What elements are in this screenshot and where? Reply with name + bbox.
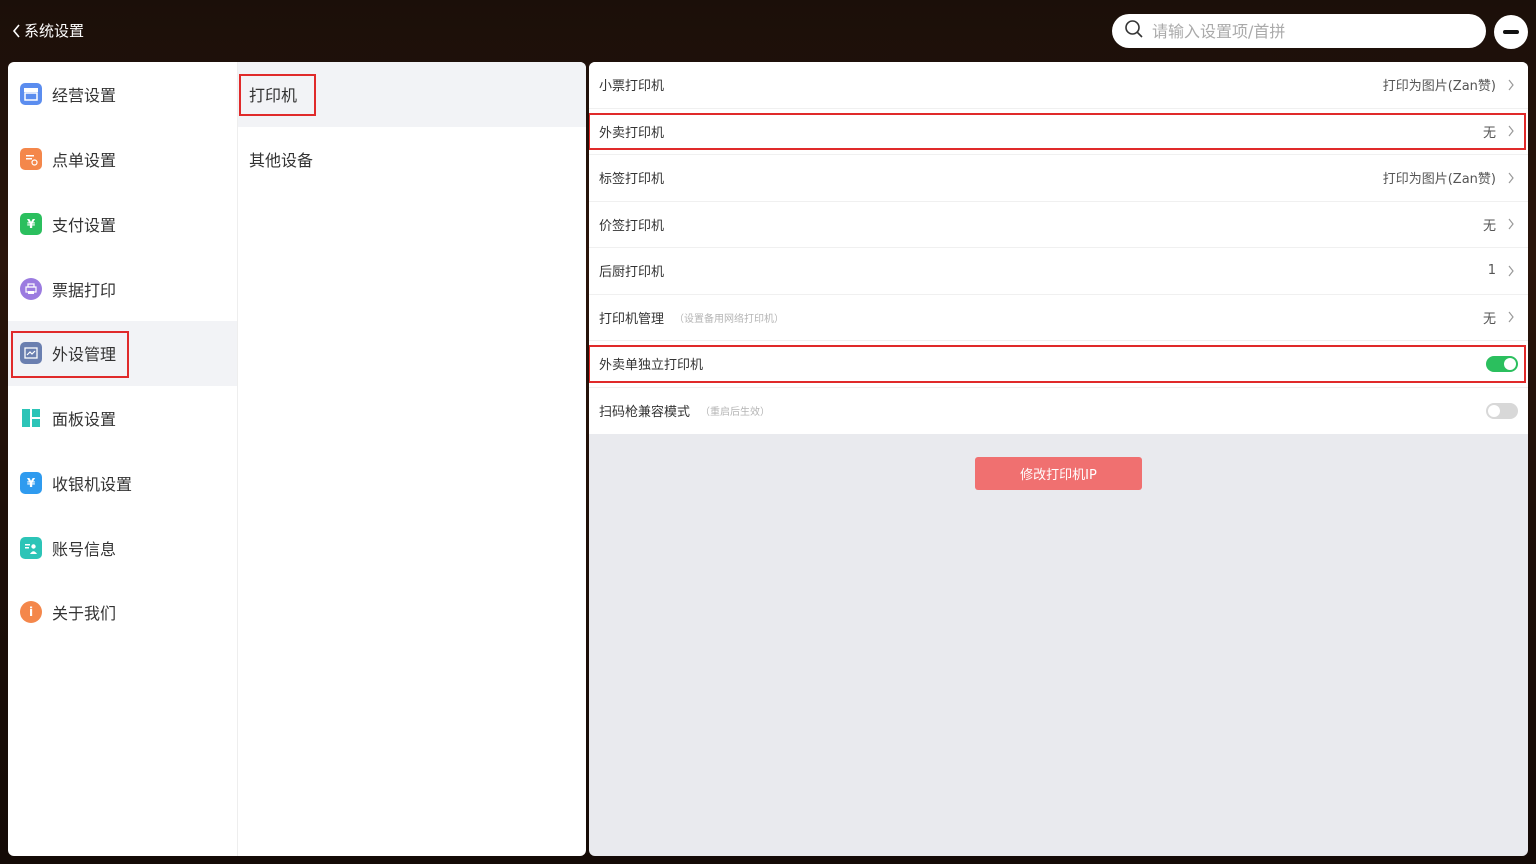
nav-item-label: 收银机设置 <box>52 474 133 494</box>
back-label: 系统设置 <box>24 22 85 40</box>
chevron-left-icon <box>10 21 24 41</box>
search-icon <box>1124 19 1144 43</box>
back-button[interactable]: 系统设置 <box>10 20 84 41</box>
modify-printer-ip-button[interactable]: 修改打印机IP <box>975 457 1142 490</box>
nav-item-label: 经营设置 <box>52 86 117 106</box>
toggle-switch[interactable] <box>1486 355 1518 372</box>
row-label: 小票打印机 <box>599 79 665 95</box>
account-icon <box>20 536 42 559</box>
search-box[interactable] <box>1112 14 1486 48</box>
settings-list: 小票打印机 打印为图片(Zan赞) 外卖打印机 无 标签打印机 打印为图片(Za… <box>589 62 1528 434</box>
chevron-right-icon <box>1504 78 1518 92</box>
row-takeout-printer[interactable]: 外卖打印机 无 <box>589 109 1528 155</box>
minimize-button[interactable] <box>1494 15 1528 49</box>
store-icon <box>20 83 42 106</box>
row-label: 外卖单独立打印机 <box>599 358 704 374</box>
nav-item-account[interactable]: 账号信息 <box>8 515 237 580</box>
left-panel: 经营设置 点单设置 ¥ 支付设置 票据打印 外设管理 面板设置 ¥ 收银机设置 … <box>8 62 586 856</box>
nav-item-order[interactable]: 点单设置 <box>8 127 237 192</box>
nav-item-label: 点单设置 <box>52 151 117 171</box>
sub-item-label: 其他设备 <box>249 151 314 171</box>
row-value: 无 <box>1482 125 1496 141</box>
row-price-tag-printer[interactable]: 价签打印机 无 <box>589 202 1528 248</box>
nav-item-label: 支付设置 <box>52 215 117 235</box>
nav-item-about[interactable]: i 关于我们 <box>8 580 237 645</box>
sub-item-printer[interactable]: 打印机 <box>238 62 586 127</box>
row-value: 1 <box>1487 263 1496 279</box>
row-label: 价签打印机 <box>599 218 665 234</box>
row-label: 标签打印机 <box>599 172 665 188</box>
row-takeout-independent-printer: 外卖单独立打印机 <box>589 341 1528 388</box>
row-value: 打印为图片(Zan赞) <box>1382 79 1496 95</box>
row-value: 无 <box>1482 311 1496 327</box>
row-note: （重启后生效） <box>700 407 771 419</box>
minus-icon <box>1503 30 1519 34</box>
row-label: 外卖打印机 <box>599 125 665 141</box>
settings-nav: 经营设置 点单设置 ¥ 支付设置 票据打印 外设管理 面板设置 ¥ 收银机设置 … <box>8 62 238 856</box>
chevron-right-icon <box>1504 217 1518 231</box>
row-value: 无 <box>1482 218 1496 234</box>
nav-item-label: 关于我们 <box>52 604 117 624</box>
toggle-switch[interactable] <box>1486 402 1518 419</box>
order-icon <box>20 148 42 171</box>
row-label-printer[interactable]: 标签打印机 打印为图片(Zan赞) <box>589 155 1528 202</box>
printer-icon <box>20 277 42 300</box>
panel-icon <box>20 407 42 429</box>
toggle-knob <box>1504 357 1516 370</box>
chevron-right-icon <box>1504 264 1518 278</box>
toggle-knob <box>1488 404 1500 417</box>
row-value: 打印为图片(Zan赞) <box>1382 172 1496 188</box>
nav-item-payment[interactable]: ¥ 支付设置 <box>8 192 237 257</box>
nav-item-label: 票据打印 <box>52 280 117 300</box>
nav-item-peripherals[interactable]: 外设管理 <box>8 321 237 386</box>
chevron-right-icon <box>1504 310 1518 324</box>
nav-item-panel[interactable]: 面板设置 <box>8 386 237 451</box>
search-input[interactable] <box>1152 21 1472 41</box>
chevron-right-icon <box>1504 124 1518 138</box>
nav-item-cashier[interactable]: ¥ 收银机设置 <box>8 451 237 516</box>
printer-settings-panel: 小票打印机 打印为图片(Zan赞) 外卖打印机 无 标签打印机 打印为图片(Za… <box>589 62 1528 856</box>
row-scanner-compat-mode: 扫码枪兼容模式 （重启后生效） <box>589 388 1528 435</box>
row-label: 扫码枪兼容模式 <box>599 405 691 421</box>
row-receipt-printer[interactable]: 小票打印机 打印为图片(Zan赞) <box>589 62 1528 109</box>
nav-item-label: 账号信息 <box>52 539 117 559</box>
row-label: 打印机管理 <box>599 311 665 327</box>
nav-item-label: 面板设置 <box>52 410 117 430</box>
row-printer-management[interactable]: 打印机管理 （设置备用网络打印机） 无 <box>589 295 1528 341</box>
cashier-icon: ¥ <box>20 471 42 494</box>
info-icon: i <box>20 601 42 624</box>
row-note: （设置备用网络打印机） <box>674 313 785 325</box>
sub-nav: 打印机 其他设备 <box>238 62 586 856</box>
row-kitchen-printer[interactable]: 后厨打印机 1 <box>589 248 1528 295</box>
highlight-box <box>239 74 316 116</box>
chevron-right-icon <box>1504 171 1518 185</box>
sub-item-other-devices[interactable]: 其他设备 <box>238 127 586 192</box>
row-label: 后厨打印机 <box>599 265 665 281</box>
top-bar: 系统设置 <box>0 0 1536 62</box>
nav-item-business[interactable]: 经营设置 <box>8 62 237 127</box>
nav-item-receipt-print[interactable]: 票据打印 <box>8 256 237 321</box>
yuan-icon: ¥ <box>20 212 42 235</box>
highlight-box <box>11 331 129 378</box>
